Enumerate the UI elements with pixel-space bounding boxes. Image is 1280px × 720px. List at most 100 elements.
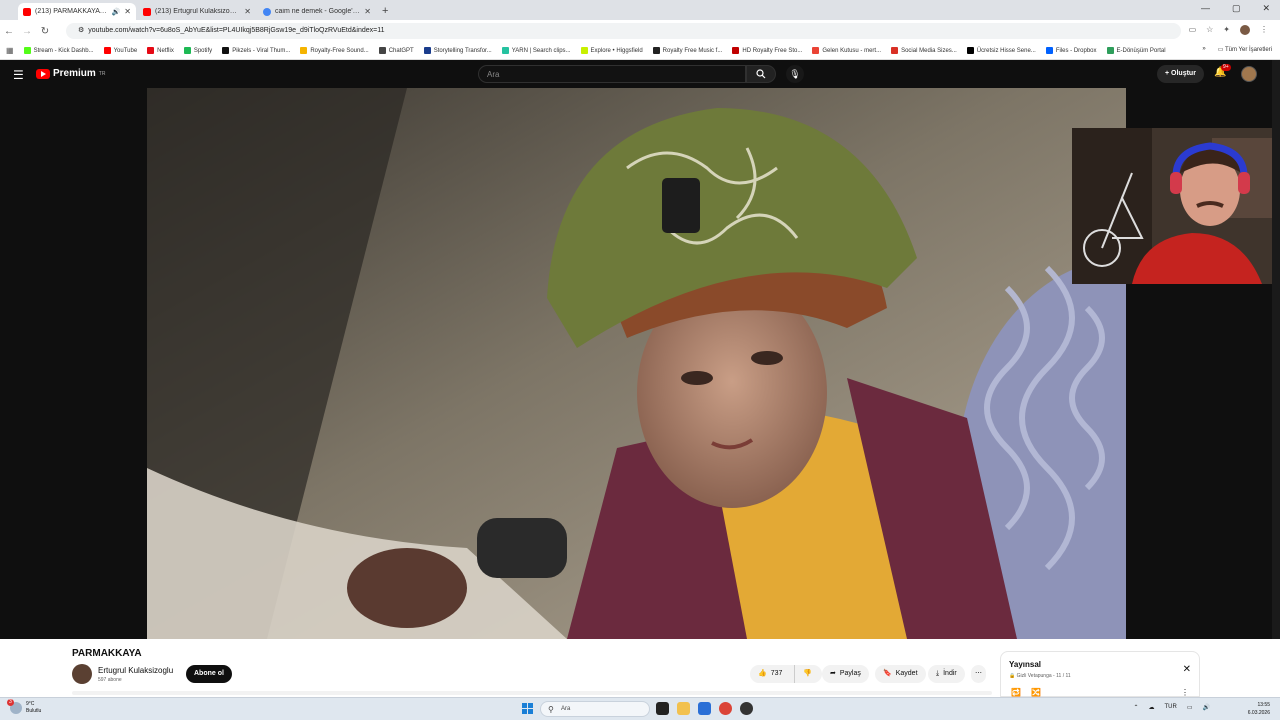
create-button[interactable]: + Oluştur (1157, 65, 1204, 83)
page-scrollbar[interactable] (1272, 60, 1280, 640)
bookmark-item[interactable]: Storytelling Transfor... (423, 47, 492, 54)
bookmark-item[interactable]: Explore • Higgsfield (580, 47, 643, 54)
bookmark-favicon-icon (501, 47, 509, 54)
bookmark-item[interactable]: YouTube (103, 47, 138, 54)
dislike-button[interactable]: 👎 (794, 665, 812, 683)
loop-icon[interactable]: 🔁 (1011, 688, 1021, 697)
extension-icon[interactable]: ✦ (1223, 25, 1230, 35)
task-view-icon[interactable] (656, 702, 669, 715)
reload-icon[interactable]: ↻ (36, 26, 54, 37)
weather-widget[interactable]: 3 9°C Bulutlu (7, 699, 41, 715)
bookmark-item[interactable]: Royalty-Free Sound... (300, 47, 369, 54)
maximize-icon[interactable]: ▢ (1232, 3, 1241, 14)
site-info-icon[interactable]: ⚙ (78, 27, 84, 34)
share-button[interactable]: ➦ Paylaş (822, 665, 869, 683)
file-explorer-icon[interactable] (677, 702, 690, 715)
video-player[interactable] (147, 88, 1126, 639)
bookmark-label: ChatGPT (388, 47, 414, 54)
bookmark-label: Spotify (193, 47, 213, 54)
search-input[interactable]: Ara (478, 65, 746, 83)
close-window-icon[interactable]: ✕ (1262, 3, 1270, 14)
bookmark-item[interactable]: Files - Dropbox (1045, 47, 1097, 54)
playlist-owner[interactable]: Gizli Vetapunga (1017, 673, 1052, 679)
close-tab-icon[interactable]: ✕ (364, 7, 371, 16)
channel-name[interactable]: Ertugrul Kulaksizoglu (98, 666, 173, 675)
like-count: 737 (770, 670, 783, 677)
language-indicator[interactable]: TUR (1165, 704, 1177, 711)
bookmark-item[interactable]: Pikzels - Viral Thum... (222, 47, 290, 54)
volume-icon[interactable]: 🔊 (1203, 704, 1210, 711)
bookmark-item[interactable]: Royalty Free Music f... (652, 47, 723, 54)
profile-avatar[interactable] (1240, 25, 1250, 35)
speaker-icon[interactable]: 🔊 (112, 8, 121, 16)
cast-icon[interactable]: ▭ (1189, 25, 1197, 35)
chrome-menu-icon[interactable]: ⋮ (1260, 25, 1268, 35)
bookmark-label: Royalty Free Music f... (662, 47, 723, 54)
bookmark-item[interactable]: E-Dönüşüm Portal (1106, 47, 1166, 54)
url-text: youtube.com/watch?v=6u8oS_AbYuE&list=PL4… (88, 27, 385, 34)
subscriber-count: 597 abone (98, 677, 122, 683)
browser-tab[interactable]: caim ne demek - Google'da Ar... ✕ (258, 3, 376, 20)
bookmark-item[interactable]: ChatGPT (378, 47, 414, 54)
account-avatar[interactable] (1241, 66, 1257, 82)
channel-avatar[interactable] (72, 664, 92, 684)
download-button[interactable]: ⤓ İndir (928, 665, 965, 683)
bookmark-item[interactable]: Ücretsiz Hisse Sene... (966, 47, 1036, 54)
bookmark-item[interactable]: Gelen Kutusu - mert... (812, 47, 881, 54)
apps-grid-icon[interactable]: ▦ (6, 46, 14, 55)
playlist-panel: Yayınsal 🔒 Gizli Vetapunga - 11 / 11 ✕ 🔁… (1000, 651, 1200, 697)
obs-icon[interactable] (740, 702, 753, 715)
network-icon[interactable]: ▭ (1187, 704, 1193, 711)
store-icon[interactable] (698, 702, 711, 715)
bookmark-item[interactable]: Social Media Sizes... (891, 47, 957, 54)
video-title: PARMAKKAYA (72, 648, 142, 659)
voice-search-mic-icon[interactable]: 🎙 (786, 65, 804, 83)
save-button[interactable]: 🔖 Kaydet (875, 665, 926, 683)
browser-tab-active[interactable]: (213) PARMAKKAYA - YouT... 🔊 ✕ (18, 3, 136, 20)
google-favicon-icon (263, 7, 271, 16)
url-field[interactable]: ⚙ youtube.com/watch?v=6u8oS_AbYuE&list=PL… (66, 23, 1181, 39)
tab-title: caim ne demek - Google'da Ar... (275, 8, 361, 15)
bookmarks-more-button[interactable]: » (1202, 46, 1205, 53)
close-tab-icon[interactable]: ✕ (244, 7, 251, 16)
back-icon[interactable]: ← (0, 26, 18, 37)
clock-time: 13:55 (1257, 702, 1270, 708)
youtube-logo[interactable]: Premium TR (36, 68, 105, 79)
playlist-menu-icon[interactable]: ⋮ (1181, 688, 1189, 697)
cloud-sync-icon[interactable]: ☁ (1149, 704, 1155, 711)
search-icon: ⚲ (548, 705, 554, 714)
bookmark-label: YouTube (113, 47, 138, 54)
create-label: Oluştur (1171, 70, 1196, 77)
bookmark-item[interactable]: Spotify (183, 47, 213, 54)
windows-start-icon[interactable] (522, 703, 534, 715)
hamburger-menu-icon[interactable]: ☰ (13, 68, 24, 82)
bookmark-favicon-icon (812, 47, 820, 54)
close-tab-icon[interactable]: ✕ (124, 7, 131, 16)
bookmark-label: Royalty-Free Sound... (310, 47, 369, 54)
minimize-icon[interactable]: — (1201, 3, 1210, 14)
close-playlist-icon[interactable]: ✕ (1183, 664, 1191, 675)
bookmark-item[interactable]: Netflix (147, 47, 174, 54)
taskbar-search-input[interactable]: ⚲ Ara (540, 701, 650, 717)
all-bookmarks-button[interactable]: ▭ Tüm Yer İşaretleri (1218, 46, 1272, 53)
search-button[interactable] (746, 65, 776, 83)
browser-tab[interactable]: (213) Ertugrul Kulaksizoglu - Yo... ✕ (138, 3, 256, 20)
chrome-icon[interactable] (719, 702, 732, 715)
bookmark-item[interactable]: HD Royalty Free Sto... (732, 47, 802, 54)
bookmark-item[interactable]: Stream - Kick Dashb... (23, 47, 94, 54)
tray-overflow-icon[interactable]: ⌃ (1133, 704, 1138, 711)
subscribe-button[interactable]: Abone ol (186, 665, 232, 683)
more-actions-button[interactable]: ⋯ (971, 665, 986, 683)
clock[interactable]: 13:55 6.03.2026 (1248, 701, 1270, 717)
new-tab-button[interactable]: + (382, 3, 388, 20)
taskbar-apps (656, 702, 753, 715)
bookmark-star-icon[interactable]: ☆ (1206, 25, 1213, 35)
shuffle-icon[interactable]: 🔀 (1031, 688, 1041, 697)
bookmark-icon: 🔖 (883, 670, 892, 677)
bookmark-item[interactable]: YARN | Search clips... (501, 47, 571, 54)
like-button[interactable]: 👍 737 (758, 665, 782, 683)
notification-badge: 9+ (1221, 64, 1231, 71)
forward-icon[interactable]: → (18, 26, 36, 37)
bookmark-label: HD Royalty Free Sto... (742, 47, 803, 54)
playlist-title[interactable]: Yayınsal (1009, 660, 1191, 669)
